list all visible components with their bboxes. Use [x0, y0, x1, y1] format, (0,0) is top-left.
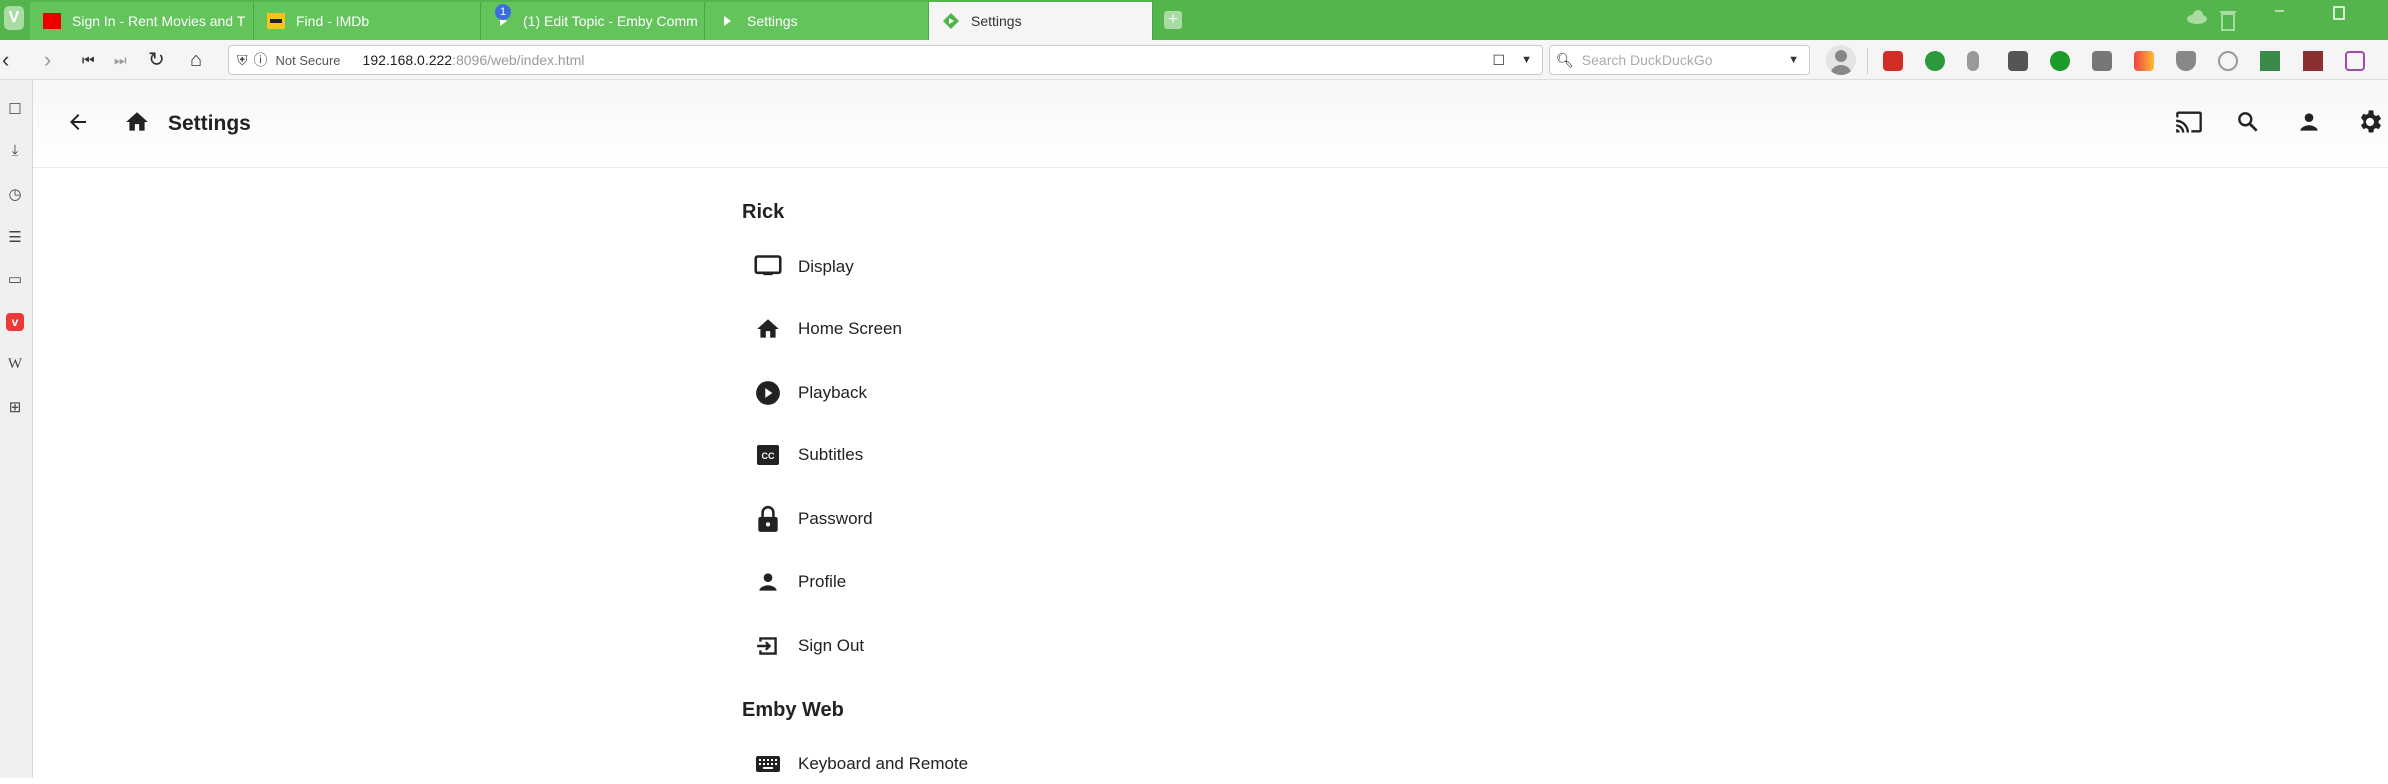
extension-icon-image[interactable] — [2303, 51, 2323, 71]
rewind-button[interactable]: ⏮ — [82, 48, 95, 72]
extension-icon-d[interactable] — [1925, 51, 1945, 71]
settings-item-home-screen[interactable]: Home Screen — [752, 309, 902, 349]
user-icon[interactable] — [2293, 106, 2325, 138]
tab-label: Find - IMDb — [296, 13, 370, 29]
toolbar-divider — [1867, 48, 1868, 74]
imdb-icon — [266, 12, 286, 30]
forward-button[interactable]: › — [44, 48, 51, 72]
downloads-panel-icon[interactable]: ⤓ — [5, 142, 25, 159]
notification-badge: 1 — [495, 4, 511, 20]
emby-icon — [941, 12, 961, 30]
settings-item-password[interactable]: Password — [752, 499, 873, 539]
item-label: Playback — [798, 383, 867, 402]
search-dropdown-icon[interactable]: ▼ — [1788, 54, 1799, 66]
search-icon[interactable] — [2232, 106, 2264, 138]
settings-item-display[interactable]: Display — [752, 247, 854, 287]
lastpass-extension-icon[interactable] — [1883, 51, 1903, 71]
security-status: Not Secure — [275, 52, 341, 68]
add-web-panel-icon[interactable]: ⊞ — [5, 398, 25, 416]
extension-icon-leaf[interactable] — [1967, 51, 1979, 71]
extension-icon-gray[interactable] — [2092, 51, 2112, 71]
red-square-icon — [42, 12, 62, 30]
vivaldi-web-panel-icon[interactable]: v — [5, 313, 25, 331]
profile-avatar[interactable] — [1826, 45, 1856, 75]
cast-icon[interactable] — [2173, 106, 2205, 138]
maximize-button[interactable] — [2333, 6, 2345, 25]
item-label: Subtitles — [798, 445, 864, 464]
person-icon — [752, 566, 784, 598]
back-arrow-button[interactable] — [62, 106, 94, 138]
search-field[interactable]: 🔍︎ Search DuckDuckGo ▼ — [1549, 45, 1810, 75]
address-bar[interactable]: ⛨ ⓘ Not Secure 192.168.0.222:8096/web/in… — [228, 45, 1543, 75]
bookmarks-panel-icon[interactable]: ☐ — [5, 100, 25, 118]
privacy-shield-extension-icon[interactable] — [2176, 51, 2196, 71]
url-dropdown-icon[interactable]: ▼ — [1521, 54, 1532, 66]
item-label: Keyboard and Remote — [798, 754, 969, 773]
check-circle-extension-icon[interactable] — [2218, 51, 2238, 71]
home-button[interactable] — [121, 106, 153, 138]
notes-panel-icon[interactable]: ☰ — [5, 228, 25, 246]
tab-settings-1[interactable]: Settings — [705, 2, 929, 40]
settings-item-playback[interactable]: Playback — [752, 373, 867, 413]
check-extension-icon[interactable] — [2050, 51, 2070, 71]
extension-icon-purple[interactable] — [2345, 51, 2365, 71]
section-title-emby-web: Emby Web — [742, 699, 844, 721]
reload-button[interactable]: ↻ — [148, 48, 165, 72]
page-header — [33, 80, 2388, 168]
url-path: :8096/web/index.html — [452, 52, 585, 68]
extension-icon-orange[interactable] — [2134, 51, 2154, 71]
closed-caption-icon: CC — [752, 439, 784, 471]
keyboard-icon — [752, 748, 784, 780]
trash-icon[interactable] — [2220, 9, 2236, 36]
extension-icon-x[interactable] — [2260, 51, 2280, 71]
exit-icon — [752, 630, 784, 662]
tab-sign-in[interactable]: Sign In - Rent Movies and T — [30, 2, 254, 40]
search-input[interactable]: Search DuckDuckGo — [1582, 52, 1713, 68]
shield-icon[interactable]: ⛨ — [237, 52, 248, 69]
info-icon[interactable]: ⓘ — [254, 50, 268, 70]
sync-cloud-icon[interactable] — [2186, 10, 2208, 29]
svg-text:CC: CC — [762, 451, 775, 461]
url-host: 192.168.0.222 — [362, 52, 453, 68]
history-panel-icon[interactable]: ◷ — [5, 185, 25, 203]
settings-item-sign-out[interactable]: Sign Out — [752, 626, 864, 666]
fast-forward-button[interactable]: ⏭ — [114, 48, 127, 72]
item-label: Sign Out — [798, 636, 865, 655]
home-icon — [752, 313, 784, 345]
tab-bar: V Sign In - Rent Movies and T Find - IMD… — [0, 0, 2388, 40]
tab-imdb[interactable]: Find - IMDb — [254, 2, 481, 40]
settings-item-profile[interactable]: Profile — [752, 562, 846, 602]
home-button[interactable]: ⌂ — [190, 48, 202, 72]
browser-side-panel: ☐ ⤓ ◷ ☰ ▭ v W ⊞ — [0, 80, 33, 778]
item-label: Home Screen — [798, 319, 902, 338]
item-label: Profile — [798, 572, 847, 591]
tab-label: Settings — [971, 13, 1022, 29]
item-label: Password — [798, 509, 873, 528]
tab-settings-active[interactable]: Settings — [929, 2, 1153, 40]
window-panel-icon[interactable]: ▭ — [5, 270, 25, 288]
tab-label: (1) Edit Topic - Emby Comm — [523, 13, 698, 29]
gear-icon[interactable] — [2354, 106, 2386, 138]
settings-item-keyboard-remote[interactable]: Keyboard and Remote — [752, 744, 968, 784]
extension-icon-n[interactable] — [2008, 51, 2028, 71]
section-title-user: Rick — [742, 201, 785, 223]
lock-icon — [752, 503, 784, 535]
tab-label: Sign In - Rent Movies and T — [72, 13, 246, 29]
bookmark-icon[interactable]: ☐ — [1493, 52, 1506, 69]
emby-icon — [717, 12, 737, 30]
page-title: Settings — [168, 112, 251, 135]
play-circle-icon — [752, 377, 784, 409]
vivaldi-menu-button[interactable]: V — [4, 6, 24, 30]
tv-icon — [752, 251, 784, 283]
new-tab-button[interactable]: + — [1164, 11, 1182, 29]
tab-label: Settings — [747, 13, 798, 29]
back-button[interactable]: ‹ — [2, 48, 9, 72]
item-label: Display — [798, 257, 854, 276]
tab-edit-topic[interactable]: 1 (1) Edit Topic - Emby Comm — [481, 2, 705, 40]
wikipedia-panel-icon[interactable]: W — [5, 356, 25, 373]
settings-item-subtitles[interactable]: CC Subtitles — [752, 435, 863, 475]
search-engine-icon[interactable]: 🔍︎ — [1556, 52, 1574, 69]
minimize-button[interactable]: – — [2275, 2, 2284, 20]
